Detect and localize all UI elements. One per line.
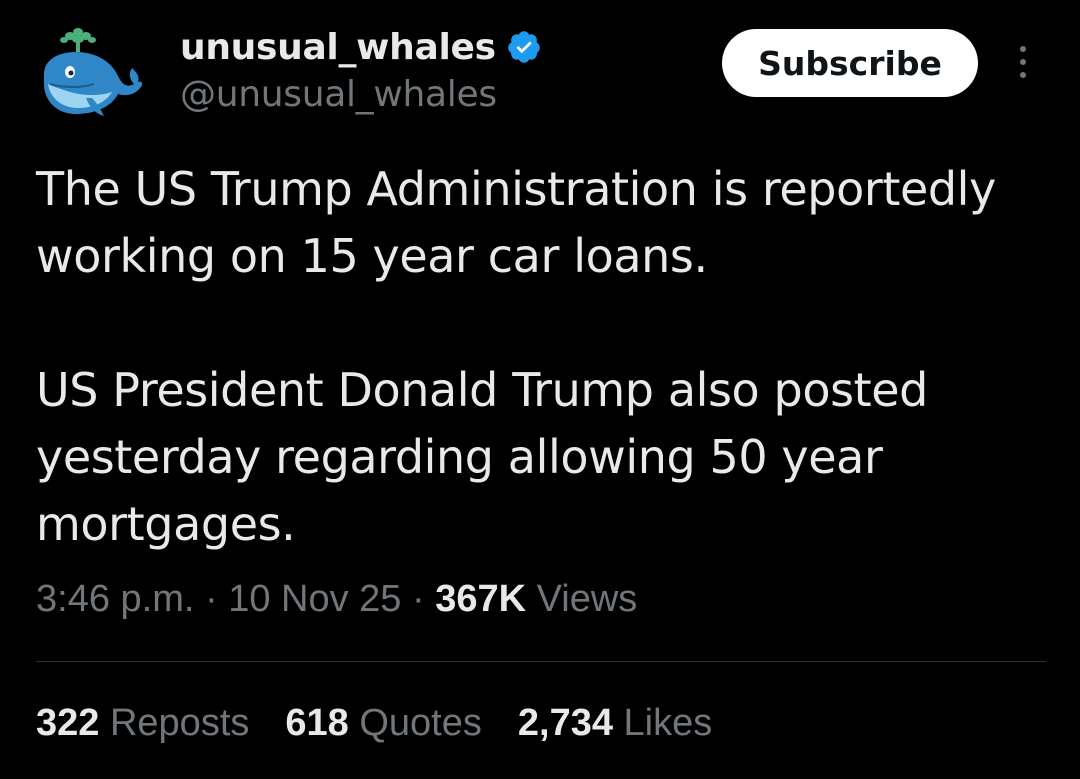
display-name[interactable]: unusual_whales bbox=[180, 27, 496, 68]
author-handle[interactable]: @unusual_whales bbox=[180, 74, 497, 115]
reposts-stat[interactable]: 322 Reposts bbox=[36, 702, 249, 745]
tweet-text: The US Trump Administration is reportedl… bbox=[36, 156, 1046, 558]
tweet-paragraph: The US Trump Administration is reportedl… bbox=[36, 162, 996, 283]
tweet-header: unusual_whales @unusual_whales Subscribe bbox=[0, 0, 1080, 140]
meta-separator: · bbox=[204, 578, 218, 620]
quotes-count: 618 bbox=[285, 702, 349, 744]
verified-badge-icon[interactable] bbox=[506, 29, 542, 65]
more-dot bbox=[1020, 59, 1026, 65]
likes-stat[interactable]: 2,734 Likes bbox=[518, 702, 712, 745]
tweet-time[interactable]: 3:46 p.m. bbox=[36, 578, 194, 620]
views-count[interactable]: 367K bbox=[435, 578, 526, 620]
more-vertical-icon[interactable] bbox=[1005, 40, 1041, 84]
author-name-row[interactable]: unusual_whales bbox=[180, 22, 542, 72]
reposts-count: 322 bbox=[36, 702, 100, 744]
likes-label: Likes bbox=[623, 702, 713, 744]
tweet-date[interactable]: 10 Nov 25 bbox=[228, 578, 401, 620]
tweet-paragraph: US President Donald Trump also posted ye… bbox=[36, 363, 928, 551]
quotes-stat[interactable]: 618 Quotes bbox=[285, 702, 482, 745]
quotes-label: Quotes bbox=[359, 702, 482, 744]
whale-logo-icon[interactable] bbox=[34, 22, 146, 126]
more-dot bbox=[1020, 46, 1026, 52]
reposts-label: Reposts bbox=[109, 702, 250, 744]
likes-count: 2,734 bbox=[517, 702, 613, 744]
divider bbox=[36, 661, 1046, 662]
more-dot bbox=[1020, 72, 1026, 78]
views-label[interactable]: Views bbox=[537, 578, 638, 620]
engagement-stats: 322 Reposts 618 Quotes 2,734 Likes bbox=[36, 702, 712, 745]
subscribe-button[interactable]: Subscribe bbox=[722, 29, 978, 97]
tweet-meta: 3:46 p.m. · 10 Nov 25 · 367K Views bbox=[36, 578, 637, 621]
meta-separator: · bbox=[412, 578, 425, 620]
